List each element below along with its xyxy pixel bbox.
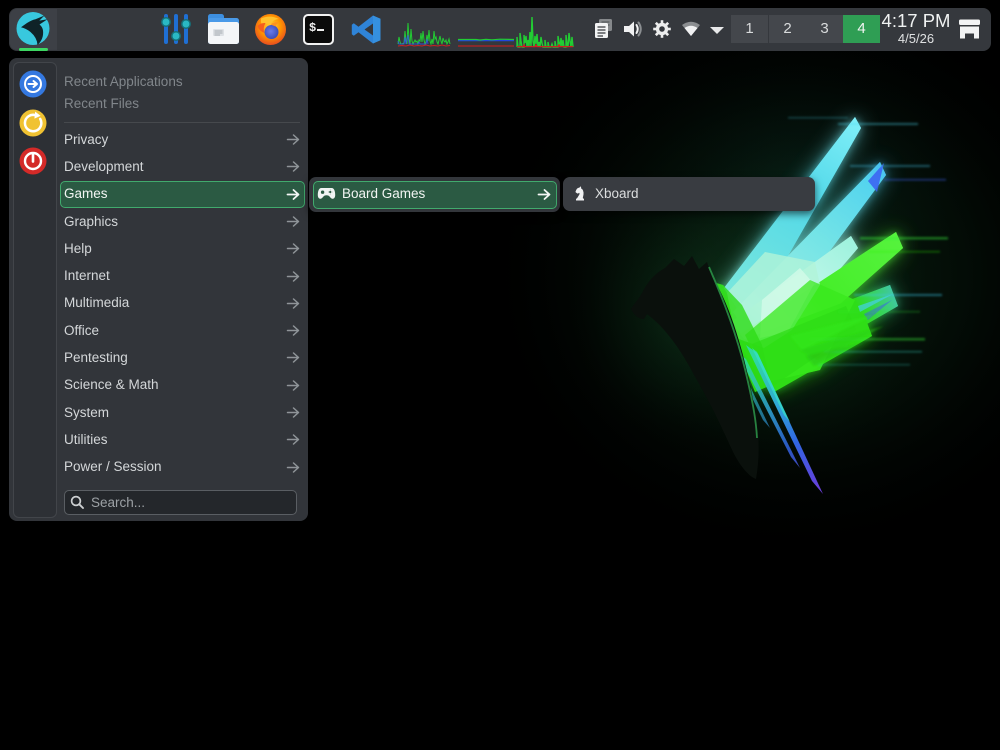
svg-text:$: $ — [309, 21, 316, 35]
